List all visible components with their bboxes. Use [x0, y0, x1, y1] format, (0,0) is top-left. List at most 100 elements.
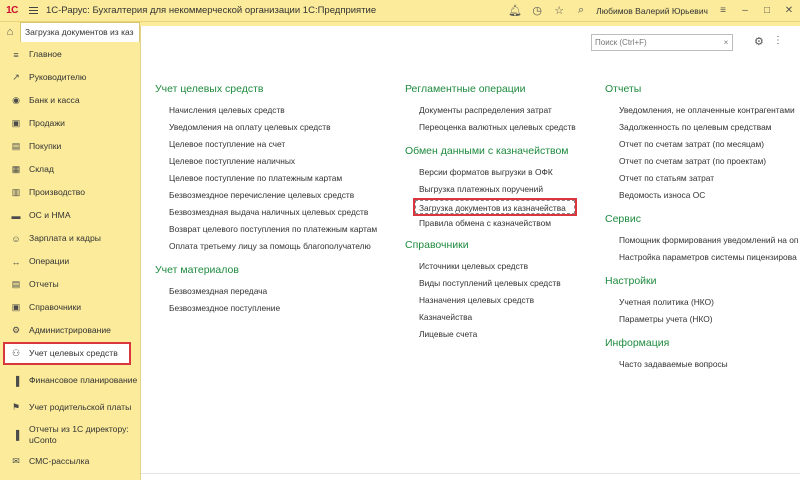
link-item[interactable]: Переоценка валютных целевых средств — [405, 119, 595, 136]
search-icon[interactable]: ⌕ — [570, 4, 592, 17]
sms-icon: ✉ — [12, 456, 20, 466]
report-icon: ▤ — [11, 279, 21, 289]
main-panel: × ⚙ ⋮ Учет целевых средств Начисления це… — [140, 26, 800, 480]
bottom-divider — [141, 473, 800, 474]
section-title: Обмен данными с казначейством — [405, 145, 569, 157]
search-input[interactable] — [592, 35, 720, 50]
link-item[interactable]: Возврат целевого поступления по платежны… — [155, 221, 395, 238]
trend-icon: ↗ — [12, 72, 20, 82]
sidebar-item-purchases[interactable]: ▤ Покупки — [0, 135, 140, 158]
link-item[interactable]: Целевое поступление наличных — [155, 153, 395, 170]
warehouse-icon: ▦ — [11, 164, 21, 174]
column-1: Учет целевых средств Начисления целевых … — [155, 82, 395, 317]
sidebar-item-target-funds[interactable]: ⚇ Учет целевых средств — [3, 342, 131, 365]
sidebar-item-salary[interactable]: ☺ Зарплата и кадры — [0, 227, 140, 250]
sidebar-item-bank[interactable]: ◉ Банк и касса — [0, 89, 140, 112]
link-item[interactable]: Начисления целевых средств — [155, 102, 395, 119]
tab-document-load[interactable]: Загрузка документов из каз — [20, 22, 140, 42]
settings-gear-icon[interactable]: ⚙ — [754, 35, 764, 48]
section-title: Настройки — [605, 275, 657, 287]
sidebar-item-manager[interactable]: ↗ Руководителю — [0, 66, 140, 89]
bag-icon: ▣ — [11, 118, 21, 128]
link-item[interactable]: Документы распределения затрат — [405, 102, 595, 119]
target-funds-icon: ⚇ — [11, 348, 21, 358]
section-title: Отчеты — [605, 83, 642, 95]
link-item[interactable]: Правила обмена с казначейством — [405, 215, 595, 232]
link-item[interactable]: Виды поступлений целевых средств — [405, 275, 595, 292]
search-box[interactable]: × — [591, 34, 733, 51]
section-title: Информация — [605, 337, 670, 349]
bar-chart-icon: ▐ — [12, 429, 20, 440]
user-name[interactable]: Любимов Валерий Юрьевич — [592, 6, 712, 16]
menu-icon[interactable]: ≡ — [712, 5, 734, 16]
link-item[interactable]: Ведомость износа ОС — [605, 187, 800, 204]
link-item[interactable]: Источники целевых средств — [405, 258, 595, 275]
maximize-icon[interactable]: □ — [756, 5, 778, 16]
sidebar-item-sales[interactable]: ▣ Продажи — [0, 112, 140, 135]
link-item[interactable]: Казначейства — [405, 309, 595, 326]
close-icon[interactable]: ✕ — [778, 5, 800, 16]
parent-fee-icon: ⚑ — [11, 402, 21, 412]
star-icon[interactable]: ☆ — [548, 4, 570, 17]
sidebar-item-main[interactable]: ≡ Главное — [0, 43, 140, 66]
sidebar-item-admin[interactable]: ⚙ Администрирование — [0, 319, 140, 342]
link-item[interactable]: Целевое поступление на счет — [155, 136, 395, 153]
section-title: Справочники — [405, 239, 469, 251]
app-logo: 1С — [6, 5, 18, 16]
chart-icon: ▐ — [12, 375, 20, 386]
link-item[interactable]: Безвозмездная передача — [155, 283, 395, 300]
coin-icon: ◉ — [12, 95, 20, 105]
link-item[interactable]: Отчет по счетам затрат (по проектам) — [605, 153, 800, 170]
link-item[interactable]: Безвозмездное перечисление целевых средс… — [155, 187, 395, 204]
link-item[interactable]: Параметры учета (НКО) — [605, 311, 800, 328]
minimize-icon[interactable]: – — [734, 5, 756, 16]
window-title: 1С-Рарус: Бухгалтерия для некоммерческой… — [46, 5, 377, 16]
sidebar-item-fixed-assets[interactable]: ▬ ОС и НМА — [0, 204, 140, 227]
sidebar-item-sms[interactable]: ✉ СМС-рассылка — [0, 450, 140, 473]
link-item[interactable]: Помощник формирования уведомлений на оп — [605, 232, 800, 249]
hamburger-icon — [28, 10, 38, 11]
link-item[interactable]: Безвозмездная выдача наличных целевых ср… — [155, 204, 395, 221]
section-title: Учет материалов — [155, 264, 239, 276]
cart-icon: ▤ — [11, 141, 21, 151]
sidebar-item-references[interactable]: ▣ Справочники — [0, 296, 140, 319]
link-item[interactable]: Настройка параметров системы пицензирова — [605, 249, 800, 266]
link-item[interactable]: Отчет по статьям затрат — [605, 170, 800, 187]
person-icon: ☺ — [11, 233, 21, 244]
gear-icon: ⚙ — [11, 325, 21, 335]
link-item[interactable]: Целевое поступление по платежным картам — [155, 170, 395, 187]
sidebar-item-warehouse[interactable]: ▦ Склад — [0, 158, 140, 181]
link-item[interactable]: Выгрузка платежных поручений — [405, 181, 595, 198]
link-item[interactable]: Версии форматов выгрузки в ОФК — [405, 164, 595, 181]
link-item[interactable]: Оплата третьему лицу за помощь благополу… — [155, 238, 395, 255]
link-item[interactable]: Безвозмездное поступление — [155, 300, 395, 317]
link-item[interactable]: Задолженность по целевым средствам — [605, 119, 800, 136]
bell-icon[interactable]: 🔔︎ — [504, 4, 526, 17]
link-item[interactable]: Учетная политика (НКО) — [605, 294, 800, 311]
truck-icon: ▬ — [11, 210, 21, 221]
main-menu-button[interactable] — [24, 0, 42, 22]
sidebar-item-financial-planning[interactable]: ▐ Финансовое планирование — [0, 365, 140, 396]
link-item[interactable]: Часто задаваемые вопросы — [605, 356, 800, 373]
link-item[interactable]: Отчет по счетам затрат (по месяцам) — [605, 136, 800, 153]
sidebar-item-operations[interactable]: ↔ Операции — [0, 250, 140, 273]
factory-icon: ▥ — [11, 187, 21, 197]
link-item[interactable]: Назначения целевых средств — [405, 292, 595, 309]
sidebar-item-parent-fee[interactable]: ⚑ Учет родительской платы — [0, 396, 140, 419]
section-title: Учет целевых средств — [155, 83, 264, 95]
sidebar-item-uconto[interactable]: ▐ Отчеты из 1С директору: uConto — [0, 419, 140, 450]
home-icon[interactable]: ⌂ — [0, 22, 20, 42]
link-item-highlighted[interactable]: Загрузка документов из казначейства — [413, 198, 577, 216]
title-bar: 1С 1С-Рарус: Бухгалтерия для некоммерчес… — [0, 0, 800, 22]
link-item[interactable]: Лицевые счета — [405, 326, 595, 343]
clear-icon[interactable]: × — [720, 38, 732, 47]
sidebar: ≡ Главное ↗ Руководителю ◉ Банк и касса ▣ Пр… — [0, 42, 140, 480]
more-icon[interactable]: ⋮ — [773, 35, 783, 46]
section-title: Регламентные операции — [405, 83, 526, 95]
sidebar-item-production[interactable]: ▥ Производство — [0, 181, 140, 204]
history-icon[interactable]: ◷ — [526, 4, 548, 17]
book-icon: ▣ — [11, 302, 21, 312]
link-item[interactable]: Уведомления, не оплаченные контрагентами — [605, 102, 800, 119]
link-item[interactable]: Уведомления на оплату целевых средств — [155, 119, 395, 136]
sidebar-item-reports[interactable]: ▤ Отчеты — [0, 273, 140, 296]
